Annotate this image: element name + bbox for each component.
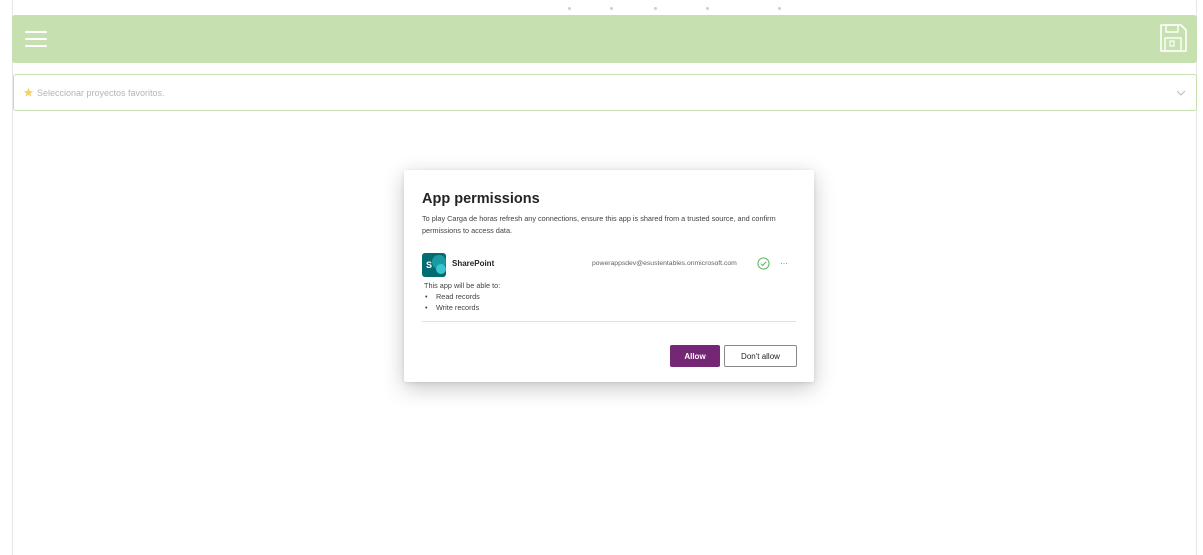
permission-item: Write records <box>424 302 480 313</box>
app-permissions-dialog: App permissions To play Carga de horas r… <box>404 170 814 382</box>
dialog-description: To play Carga de horas refresh any conne… <box>422 214 776 235</box>
floppy-disk-icon[interactable] <box>1158 23 1188 53</box>
permissions-list: Read records Write records <box>424 291 480 313</box>
dialog-title: App permissions <box>422 191 540 207</box>
favorite-projects-placeholder: Seleccionar proyectos favoritos. <box>37 88 165 98</box>
sharepoint-icon: S <box>422 253 446 277</box>
connection-account: powerappsdev@esustentables.onmicrosoft.c… <box>592 260 737 267</box>
permissions-intro: This app will be able to: <box>424 281 501 290</box>
check-circle-icon <box>757 257 770 270</box>
permission-item: Read records <box>424 291 480 302</box>
dont-allow-button[interactable]: Don't allow <box>724 345 797 367</box>
connection-name: SharePoint <box>452 259 495 268</box>
dialog-divider <box>422 321 796 322</box>
allow-button[interactable]: Allow <box>670 345 720 367</box>
favorite-projects-dropdown[interactable]: Seleccionar proyectos favoritos. <box>13 74 1197 111</box>
star-icon <box>23 87 34 97</box>
loading-dots <box>0 7 1203 11</box>
hamburger-icon[interactable] <box>25 29 47 49</box>
more-options-icon[interactable]: ··· <box>780 258 788 268</box>
app-header <box>12 15 1197 63</box>
chevron-down-icon[interactable] <box>1176 89 1186 97</box>
